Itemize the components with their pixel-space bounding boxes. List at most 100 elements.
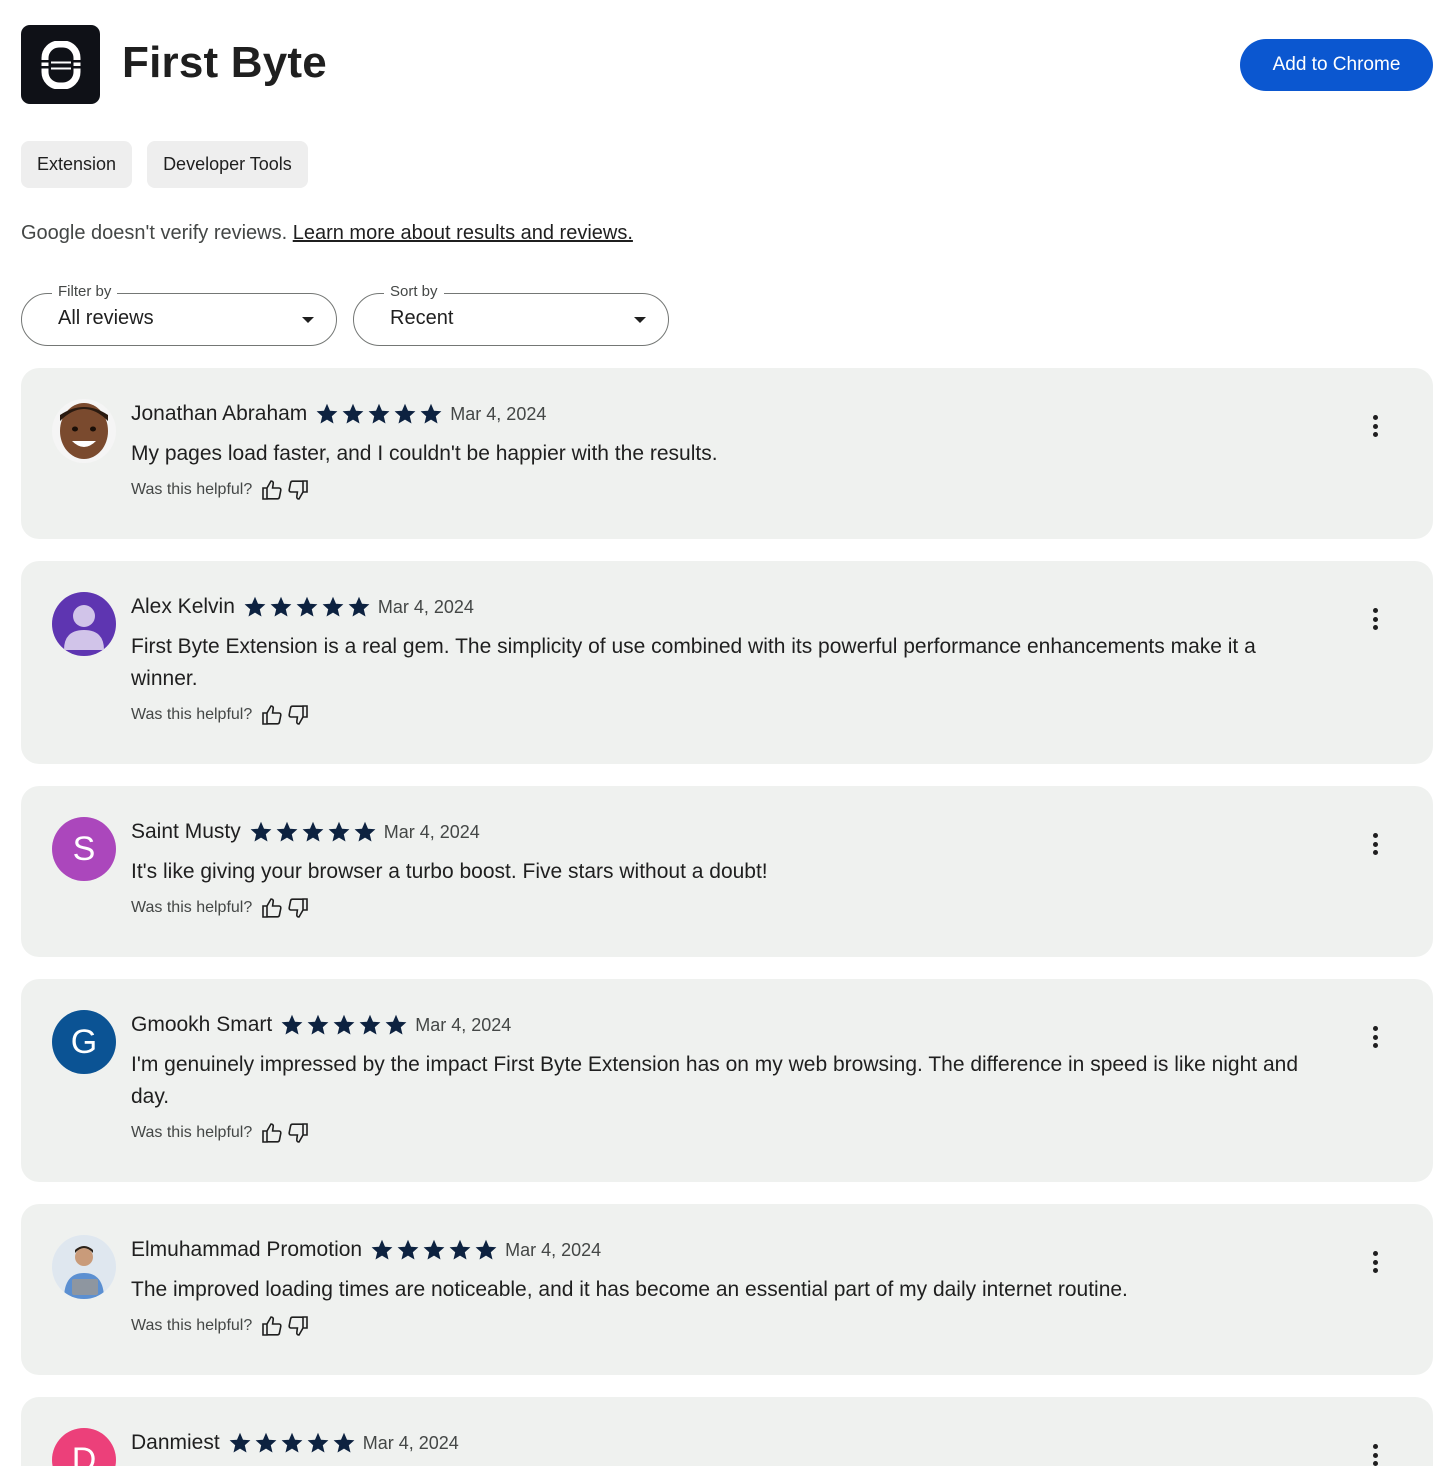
helpful-label: Was this helpful? <box>131 899 253 916</box>
review-text: It's like giving your browser a turbo bo… <box>131 860 768 883</box>
sort-value: Recent <box>390 307 454 329</box>
filter-label: Filter by <box>52 283 118 300</box>
learn-more-link[interactable]: Learn more about results and reviews. <box>293 222 633 244</box>
reviewer-name: Alex Kelvin <box>131 595 235 618</box>
star-icon <box>342 403 364 424</box>
reviewer-name: Danmiest <box>131 1431 220 1454</box>
star-icon <box>270 596 292 617</box>
helpful-label: Was this helpful? <box>131 706 253 723</box>
star-rating <box>279 1013 409 1037</box>
star-icon <box>302 821 324 842</box>
category-chips: Extension Developer Tools <box>21 141 308 188</box>
thumbs-down-icon[interactable] <box>286 703 310 727</box>
thumbs-up-icon[interactable] <box>260 703 284 727</box>
star-icon <box>307 1432 329 1453</box>
review-card: D Danmiest Mar 4, 2024 <box>21 1397 1433 1466</box>
reviewer-name: Elmuhammad Promotion <box>131 1238 363 1261</box>
star-icon <box>333 1014 355 1035</box>
reviewer-name: Saint Musty <box>131 820 241 843</box>
helpful-row: Was this helpful? <box>131 478 312 502</box>
more-options-button[interactable] <box>1363 412 1387 440</box>
review-card: G Gmookh Smart Mar 4, 2024 I'm genuinely… <box>21 979 1433 1182</box>
app-title: First Byte <box>122 38 327 87</box>
star-icon <box>423 1239 445 1260</box>
helpful-row: Was this helpful? <box>131 896 312 920</box>
star-icon <box>420 403 442 424</box>
star-icon <box>276 821 298 842</box>
more-options-button[interactable] <box>1363 1248 1387 1276</box>
review-card: Jonathan Abraham Mar 4, 2024 My pages lo… <box>21 368 1433 539</box>
review-card: Elmuhammad Promotion Mar 4, 2024 The imp… <box>21 1204 1433 1375</box>
more-options-button[interactable] <box>1363 1023 1387 1051</box>
star-icon <box>244 596 266 617</box>
filter-select[interactable]: Filter by All reviews <box>21 283 337 346</box>
review-date: Mar 4, 2024 <box>505 1239 602 1260</box>
star-icon <box>475 1239 497 1260</box>
star-rating <box>248 820 378 844</box>
more-options-button[interactable] <box>1363 605 1387 633</box>
app-header: First Byte Add to Chrome <box>21 25 1433 104</box>
star-icon <box>307 1014 329 1035</box>
caret-down-icon <box>634 317 646 323</box>
sort-select[interactable]: Sort by Recent <box>353 283 669 346</box>
thumbs-down-icon[interactable] <box>286 1314 310 1338</box>
star-icon <box>250 821 272 842</box>
avatar: G <box>52 1010 116 1074</box>
review-card: Alex Kelvin Mar 4, 2024 First Byte Exten… <box>21 561 1433 764</box>
filter-value: All reviews <box>58 307 154 329</box>
star-icon <box>281 1014 303 1035</box>
star-icon <box>354 821 376 842</box>
star-icon <box>322 596 344 617</box>
review-card: S Saint Musty Mar 4, 2024 It's like givi… <box>21 786 1433 957</box>
review-date: Mar 4, 2024 <box>450 403 547 424</box>
thumbs-up-icon[interactable] <box>260 1121 284 1145</box>
star-icon <box>359 1014 381 1035</box>
star-rating <box>314 402 444 426</box>
review-date: Mar 4, 2024 <box>383 821 480 842</box>
reviewer-name: Jonathan Abraham <box>131 402 308 425</box>
review-text: I'm genuinely impressed by the impact Fi… <box>131 1053 1298 1108</box>
star-rating <box>242 595 372 619</box>
reviews-disclaimer: Google doesn't verify reviews. Learn mor… <box>21 222 633 245</box>
more-options-button[interactable] <box>1363 830 1387 858</box>
helpful-label: Was this helpful? <box>131 1317 253 1334</box>
helpful-label: Was this helpful? <box>131 1124 253 1141</box>
helpful-row: Was this helpful? <box>131 1314 312 1338</box>
thumbs-up-icon[interactable] <box>260 1314 284 1338</box>
chip-developer-tools[interactable]: Developer Tools <box>147 141 308 188</box>
star-icon <box>397 1239 419 1260</box>
more-options-button[interactable] <box>1363 1441 1387 1466</box>
sort-label: Sort by <box>384 283 444 300</box>
thumbs-up-icon[interactable] <box>260 896 284 920</box>
thumbs-down-icon[interactable] <box>286 478 310 502</box>
avatar <box>52 592 116 656</box>
star-icon <box>385 1014 407 1035</box>
chip-extension[interactable]: Extension <box>21 141 133 188</box>
avatar <box>52 399 116 463</box>
review-text: The improved loading times are noticeabl… <box>131 1278 1128 1301</box>
thumbs-down-icon[interactable] <box>286 1121 310 1145</box>
star-icon <box>255 1432 277 1453</box>
helpful-row: Was this helpful? <box>131 1121 312 1145</box>
reviewer-name: Gmookh Smart <box>131 1013 273 1036</box>
disclaimer-text: Google doesn't verify reviews. <box>21 222 293 244</box>
avatar: S <box>52 817 116 881</box>
star-icon <box>296 596 318 617</box>
review-date: Mar 4, 2024 <box>362 1432 459 1453</box>
app-logo <box>21 25 100 104</box>
star-icon <box>394 403 416 424</box>
star-icon <box>229 1432 251 1453</box>
review-date: Mar 4, 2024 <box>415 1014 512 1035</box>
star-icon <box>348 596 370 617</box>
star-icon <box>333 1432 355 1453</box>
caret-down-icon <box>302 317 314 323</box>
review-text: First Byte Extension is a real gem. The … <box>131 635 1256 690</box>
add-to-chrome-button[interactable]: Add to Chrome <box>1240 39 1433 91</box>
star-rating <box>227 1431 357 1455</box>
star-icon <box>316 403 338 424</box>
star-rating <box>369 1238 499 1262</box>
thumbs-down-icon[interactable] <box>286 896 310 920</box>
thumbs-up-icon[interactable] <box>260 478 284 502</box>
star-icon <box>371 1239 393 1260</box>
avatar <box>52 1235 116 1299</box>
